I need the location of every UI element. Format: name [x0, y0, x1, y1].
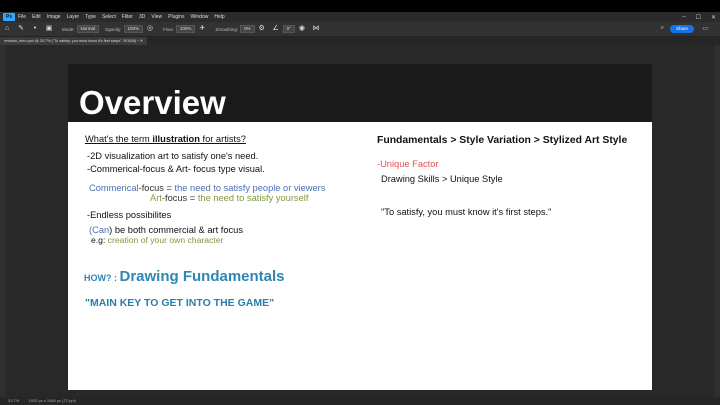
photoshop-logo: Ps	[3, 13, 15, 21]
pressure-opacity-icon[interactable]: ◎	[146, 25, 154, 33]
panels-dock[interactable]	[714, 45, 720, 397]
bullet-endless-possibilities: -Endless possibilites	[87, 210, 172, 220]
question-prefix: What's the term	[85, 134, 153, 144]
angle-icon[interactable]: ∠	[272, 25, 280, 33]
document-info: 1920 px x 1080 px (72 ppi)	[28, 398, 76, 403]
status-bar: 33.7% 1920 px x 1080 px (72 ppi)	[0, 397, 720, 405]
example-line: e.g: creation of your own character	[91, 235, 223, 245]
main-key-text: "MAIN KEY TO GET INTO THE GAME"	[85, 297, 275, 309]
maximize-icon[interactable]: ☐	[696, 14, 701, 21]
tools-panel[interactable]	[0, 45, 6, 397]
example-prefix: e.g:	[91, 235, 108, 245]
flow-label: Flow:	[163, 26, 174, 32]
skills-line: Drawing Skills > Unique Style	[381, 174, 503, 184]
window-controls: – ☐ ✕	[682, 12, 716, 22]
how-label: HOW? :	[84, 273, 120, 283]
smoothing-field[interactable]: 0%	[240, 25, 255, 33]
flow-field[interactable]: 100%	[175, 25, 196, 33]
bullet-2d-visualization: -2D visualization art to satisfy one's n…	[87, 151, 259, 161]
brush-preset-icon[interactable]: •	[31, 25, 39, 33]
menu-image[interactable]: Image	[47, 14, 61, 20]
question-line: What's the term illustration for artists…	[85, 134, 246, 144]
art-word: Art	[150, 193, 162, 203]
slide-title: Overview	[79, 84, 226, 121]
menu-edit[interactable]: Edit	[32, 14, 41, 20]
home-icon[interactable]: ⌂	[3, 25, 11, 33]
can-word: Can	[92, 225, 110, 235]
smoothing-label: Smoothing:	[215, 26, 239, 32]
can-rest: ) be both commercial & art focus	[109, 225, 243, 235]
how-text: Drawing Fundamentals	[119, 268, 285, 285]
menu-window[interactable]: Window	[191, 14, 209, 20]
menu-plugins[interactable]: Plugins	[168, 14, 184, 20]
menu-file[interactable]: File	[18, 14, 26, 20]
art-definition: the need to satisfy yourself	[197, 193, 309, 203]
zoom-readout[interactable]: 33.7%	[8, 398, 19, 403]
brush-settings-icon[interactable]: ▣	[45, 25, 53, 33]
question-bold: illustration	[152, 134, 200, 144]
document-tab-bar: revision_intro.psd @ 33.7% ("To satisfy,…	[0, 37, 720, 45]
menu-3d[interactable]: 3D	[139, 14, 145, 20]
menu-type[interactable]: Type	[85, 14, 96, 20]
opacity-label: Opacity:	[105, 26, 122, 32]
symmetry-icon[interactable]: ⋈	[312, 25, 320, 33]
opacity-field[interactable]: 100%	[123, 25, 144, 33]
menu-filter[interactable]: Filter	[122, 14, 133, 20]
mode-select[interactable]: Normal	[76, 25, 100, 33]
menu-bar: Ps File Edit Image Layer Type Select Fil…	[0, 12, 720, 22]
search-icon[interactable]: ⌕	[661, 25, 664, 32]
menu-layer[interactable]: Layer	[67, 14, 80, 20]
airbrush-icon[interactable]: ✈	[198, 25, 206, 33]
how-line: HOW? : Drawing Fundamentals	[84, 268, 285, 286]
document-tab-label: revision_intro.psd @ 33.7% ("To satisfy,…	[4, 39, 139, 43]
commercial-equals: -focus =	[138, 183, 175, 193]
commercial-definition: the need to satisfy people or viewers	[174, 183, 326, 193]
commercial-focus-line: Commerical-focus = the need to satisfy p…	[89, 183, 325, 193]
workspace-icon[interactable]: ▭	[702, 25, 708, 32]
right-heading: Fundamentals > Style Variation > Stylize…	[377, 135, 628, 146]
commercial-word: Commerical	[89, 183, 139, 193]
menu-select[interactable]: Select	[102, 14, 116, 20]
document-tab[interactable]: revision_intro.psd @ 33.7% ("To satisfy,…	[0, 37, 147, 45]
menu-help[interactable]: Help	[214, 14, 224, 20]
art-equals: -focus =	[161, 193, 198, 203]
quote-text: "To satisfy, you must know it's first st…	[381, 207, 552, 217]
unique-factor: -Unique Factor	[377, 159, 439, 169]
example-text: creation of your own character	[107, 235, 224, 245]
art-focus-line: Art-focus = the need to satisfy yourself	[150, 193, 308, 203]
menu-view[interactable]: View	[151, 14, 162, 20]
pressure-size-icon[interactable]: ◉	[298, 25, 306, 33]
close-icon[interactable]: ✕	[711, 14, 716, 21]
close-tab-icon[interactable]: ✕	[140, 39, 143, 43]
minimize-icon[interactable]: –	[682, 14, 685, 20]
share-button[interactable]: Share	[669, 25, 694, 33]
mode-label: Mode:	[62, 26, 75, 32]
smoothing-options-icon[interactable]: ⚙	[258, 25, 266, 33]
can-line: (Can) be both commercial & art focus	[89, 225, 243, 235]
bullet-focus-types: -Commerical-focus & Art- focus type visu…	[87, 164, 265, 174]
options-bar: ⌂ ✎ • ▣ Mode: Normal Opacity: 100% ◎ Flo…	[0, 22, 720, 37]
brush-tool-icon[interactable]: ✎	[17, 25, 25, 33]
question-suffix: for artists?	[199, 134, 246, 144]
document-canvas[interactable]: Overview What's the term illustration fo…	[68, 64, 652, 390]
angle-field[interactable]: 0°	[282, 25, 295, 33]
